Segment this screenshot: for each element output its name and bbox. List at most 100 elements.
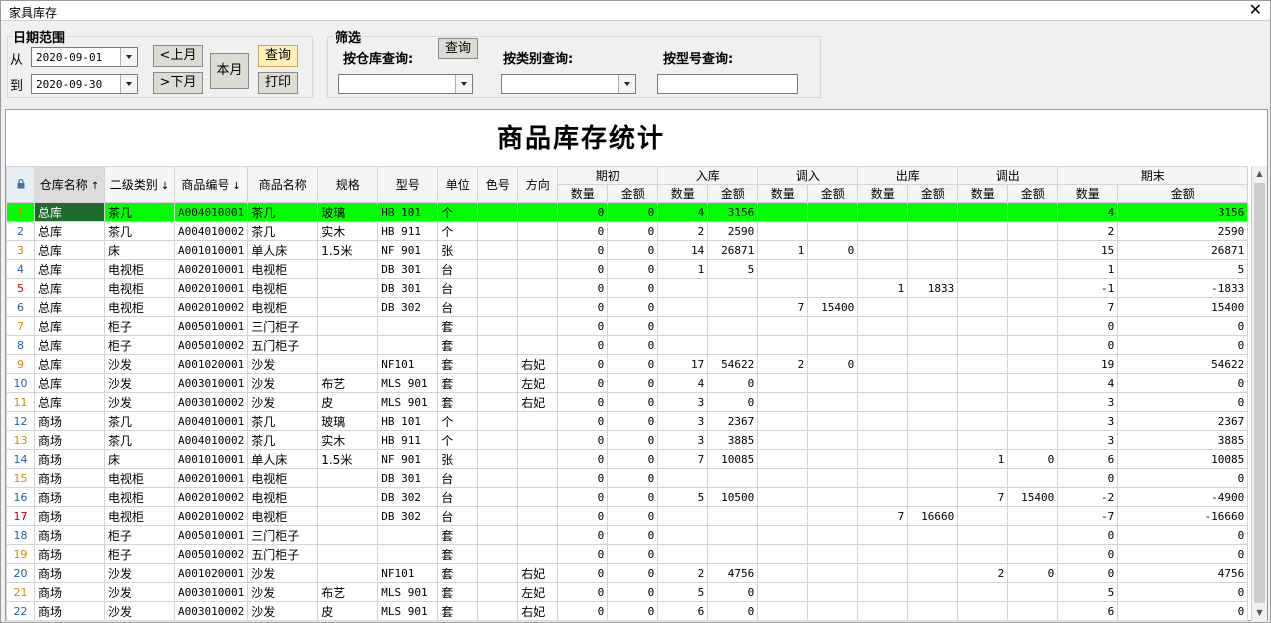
- prev-month-button[interactable]: <上月: [153, 45, 203, 67]
- cell-closing-amount[interactable]: 0: [1117, 392, 1249, 412]
- row-number[interactable]: 22: [6, 601, 35, 621]
- cell-opening-qty[interactable]: 0: [557, 278, 609, 298]
- cell-in-amount[interactable]: 2590: [707, 221, 759, 241]
- cell-spec[interactable]: [317, 544, 379, 564]
- cell-transfer-in-amount[interactable]: [807, 544, 859, 564]
- row-number[interactable]: 17: [6, 506, 35, 526]
- table-row[interactable]: 9 总库 沙发 A001020001 沙发 NF101 套右妃 0 0 17 54622 2 0 19 54…: [6, 354, 1249, 374]
- cell-out-amount[interactable]: [907, 582, 959, 602]
- cell-code[interactable]: A002010001: [173, 259, 249, 279]
- cell-unit[interactable]: 套: [437, 392, 479, 412]
- cell-spec[interactable]: 皮: [317, 392, 379, 412]
- cell-transfer-out-amount[interactable]: [1007, 601, 1059, 621]
- cell-closing-qty[interactable]: 15: [1057, 240, 1119, 260]
- cell-name[interactable]: 三门柜子: [247, 316, 319, 336]
- cell-spec[interactable]: [317, 316, 379, 336]
- cell-model[interactable]: HB 101: [377, 202, 439, 222]
- cell-warehouse[interactable]: 商场: [34, 582, 105, 602]
- warehouse-select[interactable]: [338, 74, 473, 94]
- cell-color[interactable]: [477, 354, 519, 374]
- cell-transfer-in-amount[interactable]: [807, 411, 859, 431]
- cell-closing-amount[interactable]: 0: [1117, 316, 1249, 336]
- cell-out-amount[interactable]: [907, 430, 959, 450]
- cell-spec[interactable]: 皮: [317, 601, 379, 621]
- cell-in-qty[interactable]: 4: [657, 202, 709, 222]
- cell-unit[interactable]: 套: [437, 316, 479, 336]
- row-number[interactable]: 20: [6, 563, 35, 583]
- cell-in-qty[interactable]: 1: [657, 259, 709, 279]
- cell-transfer-in-amount[interactable]: [807, 373, 859, 393]
- cell-model[interactable]: DB 301: [377, 259, 439, 279]
- table-row[interactable]: 7 总库 柜子 A005010001 三门柜子套 0 0 0 0: [6, 316, 1249, 336]
- cell-unit[interactable]: 台: [437, 506, 479, 526]
- cell-in-qty[interactable]: [657, 335, 709, 355]
- table-row[interactable]: 17 商场 电视柜 A002010002 电视柜 DB 302 台 0 0 7 16660 -7 -16…: [6, 506, 1249, 526]
- cell-transfer-out-qty[interactable]: 2: [957, 563, 1009, 583]
- cell-closing-qty[interactable]: 4: [1057, 202, 1119, 222]
- cell-opening-amount[interactable]: 0: [607, 202, 659, 222]
- cell-opening-amount[interactable]: 0: [607, 316, 659, 336]
- cell-in-amount[interactable]: 4756: [707, 563, 759, 583]
- cell-transfer-out-amount[interactable]: 15400: [1007, 487, 1059, 507]
- cell-in-qty[interactable]: 6: [657, 601, 709, 621]
- cell-category[interactable]: 电视柜: [104, 487, 175, 507]
- row-number[interactable]: 11: [6, 392, 35, 412]
- cell-in-qty[interactable]: [657, 297, 709, 317]
- cell-transfer-in-amount[interactable]: 0: [807, 354, 859, 374]
- cell-spec[interactable]: [317, 563, 379, 583]
- cell-direction[interactable]: [517, 449, 559, 469]
- cell-out-qty[interactable]: [857, 335, 909, 355]
- cell-model[interactable]: DB 301: [377, 278, 439, 298]
- cell-out-qty[interactable]: [857, 411, 909, 431]
- cell-out-qty[interactable]: [857, 354, 909, 374]
- cell-closing-amount[interactable]: 3156: [1117, 202, 1249, 222]
- cell-warehouse[interactable]: 商场: [34, 487, 105, 507]
- cell-out-amount[interactable]: [907, 297, 959, 317]
- cell-unit[interactable]: 个: [437, 202, 479, 222]
- cell-warehouse[interactable]: 总库: [34, 392, 105, 412]
- cell-out-qty[interactable]: [857, 582, 909, 602]
- cell-name[interactable]: 茶几: [247, 411, 319, 431]
- cell-transfer-in-qty[interactable]: [757, 468, 809, 488]
- cell-warehouse[interactable]: 商场: [34, 544, 105, 564]
- cell-opening-amount[interactable]: 0: [607, 278, 659, 298]
- cell-direction[interactable]: [517, 316, 559, 336]
- cell-name[interactable]: 电视柜: [247, 278, 319, 298]
- cell-closing-qty[interactable]: 0: [1057, 335, 1119, 355]
- cell-in-qty[interactable]: 3: [657, 430, 709, 450]
- cell-in-qty[interactable]: 3: [657, 392, 709, 412]
- table-row[interactable]: 8 总库 柜子 A005010002 五门柜子套 0 0 0 0: [6, 335, 1249, 355]
- cell-unit[interactable]: 套: [437, 354, 479, 374]
- cell-category[interactable]: 电视柜: [104, 297, 175, 317]
- cell-code[interactable]: A003010001: [173, 373, 249, 393]
- cell-direction[interactable]: [517, 506, 559, 526]
- cell-out-qty[interactable]: [857, 240, 909, 260]
- cell-color[interactable]: [477, 221, 519, 241]
- cell-transfer-out-qty[interactable]: [957, 202, 1009, 222]
- col-category[interactable]: 二级类别 ↓: [104, 166, 175, 203]
- cell-out-amount[interactable]: [907, 392, 959, 412]
- cell-in-qty[interactable]: [657, 316, 709, 336]
- cell-model[interactable]: NF101: [377, 563, 439, 583]
- cell-in-amount[interactable]: 3885: [707, 430, 759, 450]
- cell-direction[interactable]: [517, 525, 559, 545]
- row-number[interactable]: 4: [6, 259, 35, 279]
- cell-out-qty[interactable]: 7: [857, 506, 909, 526]
- cell-transfer-in-amount[interactable]: [807, 278, 859, 298]
- cell-transfer-out-qty[interactable]: [957, 525, 1009, 545]
- cell-out-amount[interactable]: [907, 202, 959, 222]
- table-row[interactable]: 2 总库 茶几 A004010002 茶几 实木 HB 911 个 0 0 2 2590 2 2590: [6, 221, 1249, 241]
- cell-model[interactable]: DB 301: [377, 468, 439, 488]
- cell-transfer-in-qty[interactable]: [757, 202, 809, 222]
- cell-name[interactable]: 电视柜: [247, 506, 319, 526]
- lock-icon[interactable]: [6, 166, 35, 203]
- cell-transfer-in-amount[interactable]: [807, 259, 859, 279]
- cell-category[interactable]: 茶几: [104, 202, 175, 222]
- filter-query-button[interactable]: 查询: [438, 38, 478, 59]
- cell-in-qty[interactable]: 5: [657, 487, 709, 507]
- cell-transfer-in-qty[interactable]: 7: [757, 297, 809, 317]
- cell-out-amount[interactable]: [907, 259, 959, 279]
- cell-in-amount[interactable]: [707, 335, 759, 355]
- cell-transfer-out-amount[interactable]: [1007, 297, 1059, 317]
- cell-opening-amount[interactable]: 0: [607, 240, 659, 260]
